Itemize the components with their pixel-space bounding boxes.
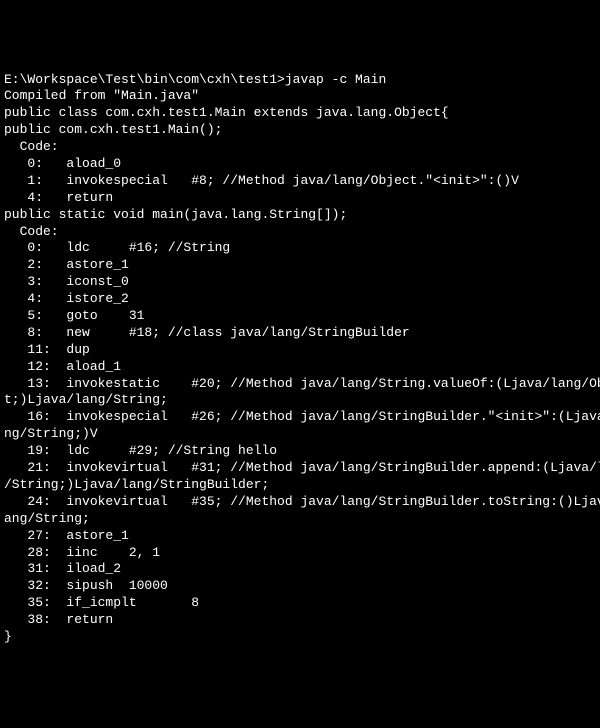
output-line: Code: [4,224,596,241]
output-line: 12: aload_1 [4,359,596,376]
output-block: Compiled from "Main.java"public class co… [4,88,596,645]
output-line: 2: astore_1 [4,257,596,274]
output-line: 4: istore_2 [4,291,596,308]
output-line: 0: ldc #16; //String [4,240,596,257]
output-line: 5: goto 31 [4,308,596,325]
prompt-line: E:\Workspace\Test\bin\com\cxh\test1>java… [4,72,596,89]
output-line: 16: invokespecial #26; //Method java/lan… [4,409,596,426]
output-line: 1: invokespecial #8; //Method java/lang/… [4,173,596,190]
output-line: } [4,629,596,646]
output-line: 11: dup [4,342,596,359]
output-line: 13: invokestatic #20; //Method java/lang… [4,376,596,393]
output-line: ng/String;)V [4,426,596,443]
output-line: 32: sipush 10000 [4,578,596,595]
output-line: public class com.cxh.test1.Main extends … [4,105,596,122]
output-line: 28: iinc 2, 1 [4,545,596,562]
output-line: Compiled from "Main.java" [4,88,596,105]
output-line: 8: new #18; //class java/lang/StringBuil… [4,325,596,342]
output-line: public static void main(java.lang.String… [4,207,596,224]
terminal-output[interactable]: E:\Workspace\Test\bin\com\cxh\test1>java… [4,72,596,644]
output-line: 4: return [4,190,596,207]
output-line: 0: aload_0 [4,156,596,173]
output-line: 27: astore_1 [4,528,596,545]
output-line: 21: invokevirtual #31; //Method java/lan… [4,460,596,477]
output-line: Code: [4,139,596,156]
output-line: 19: ldc #29; //String hello [4,443,596,460]
output-line: 3: iconst_0 [4,274,596,291]
output-line: t;)Ljava/lang/String; [4,392,596,409]
output-line: /String;)Ljava/lang/StringBuilder; [4,477,596,494]
output-line: public com.cxh.test1.Main(); [4,122,596,139]
output-line: ang/String; [4,511,596,528]
output-line: 24: invokevirtual #35; //Method java/lan… [4,494,596,511]
output-line: 38: return [4,612,596,629]
output-line: 35: if_icmplt 8 [4,595,596,612]
output-line: 31: iload_2 [4,561,596,578]
